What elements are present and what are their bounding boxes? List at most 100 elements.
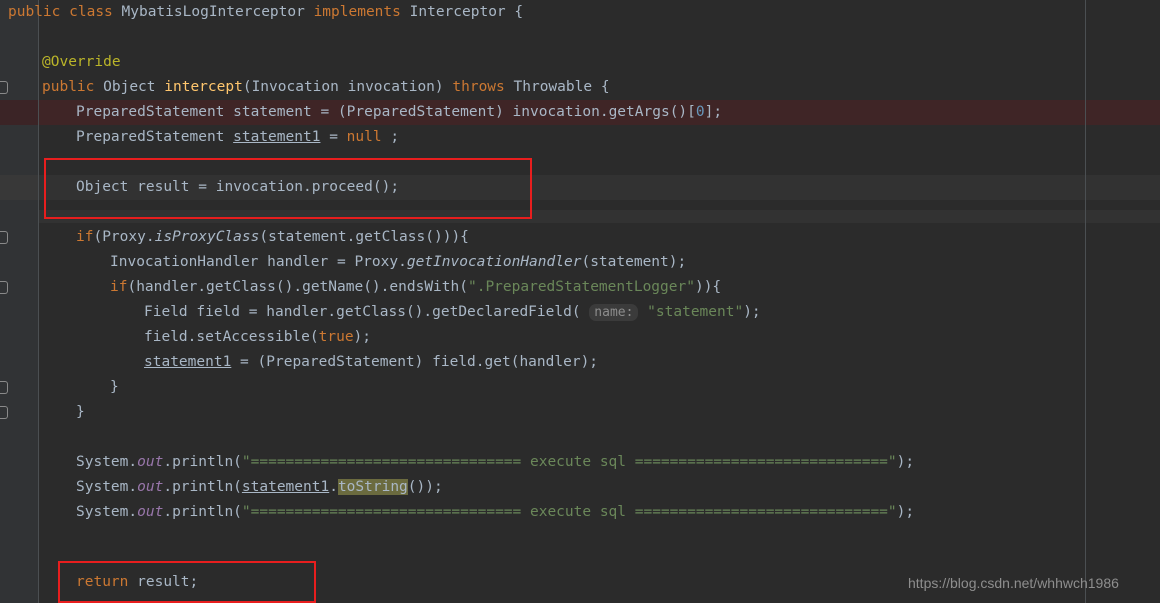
keyword-true: true [318,329,354,345]
code-line-return-result: return result; [76,570,198,595]
dot-7: (). [275,279,303,295]
code-line-close-brace-outer: } [76,400,85,425]
ref-field-1: field [144,329,188,345]
method-get-declared-field: getDeclaredField [432,304,572,320]
method-get-class-1: getClass [355,229,426,245]
dot-2: . [303,179,312,195]
brace-open-class: { [514,4,524,20]
type-invocation: Invocation [251,79,339,95]
code-line-if-proxy: if(Proxy.isProxyClass(statement.getClass… [76,225,469,250]
method-println-3: println [172,504,234,520]
code-line-statement1-null: PreparedStatement statement1 = null ; [76,125,399,150]
semicolon-11: ; [189,574,199,590]
semicolon-7: ); [580,354,599,370]
keyword-return: return [76,574,129,590]
dot-8: (). [363,279,390,295]
field-out-3: out [137,504,164,520]
type-proxy-1: Proxy [102,229,146,245]
type-object-return: Object [103,79,156,95]
code-line-field-declared: Field field = handler.getClass().getDecl… [144,300,761,325]
brace-open-method: { [600,79,610,95]
dot-6: . [197,279,207,295]
dot-16: . [163,479,173,495]
semicolon-2: ; [390,129,400,145]
dot-5: . [398,254,407,270]
ref-result: result [137,574,190,590]
semicolon-6: ); [353,329,372,345]
paren-open-4: ( [581,254,591,270]
semicolon-3: (); [372,179,400,195]
code-line-intercept-signature: public Object intercept(Invocation invoc… [42,75,610,100]
field-out-2: out [137,479,164,495]
method-get-args: getArgs [608,104,670,120]
parens-getargs: ()[ [669,104,696,120]
string-statement-arg: "statement" [647,304,744,320]
code-line-println-divider-2: System.out.println("====================… [76,500,914,525]
semicolon-5: ); [743,304,761,320]
var-field-decl: field [196,304,241,320]
type-field: Field [144,304,188,320]
semicolon-4: ); [668,254,687,270]
method-proceed: proceed [311,179,373,195]
paren-open-1: ( [242,79,252,95]
code-line-println-divider-1: System.out.println("====================… [76,450,914,475]
parameter-hint-name: name: [589,304,639,321]
type-object-result: Object [76,179,129,195]
keyword-class: class [69,4,113,20]
brace-close-2: } [76,404,85,420]
keyword-public-2: public [42,79,95,95]
paren-open-10: ( [233,454,242,470]
ref-statement1: statement1 [241,479,330,495]
dot-1: . [599,104,609,120]
dot-14: . [163,454,173,470]
keyword-implements: implements [313,4,401,20]
ref-statement-2: statement [590,254,669,270]
paren-cast-open-1: ( [337,104,347,120]
equals-2: = [329,129,338,145]
code-line-set-accessible: field.setAccessible(true); [144,325,371,350]
paren-cast-close-2: ) [414,354,424,370]
var-statement1-decl: statement1 [233,129,321,145]
ref-handler-3: handler [519,354,581,370]
method-get-name: getName [302,279,364,295]
code-line-println-statement1: System.out.println(statement1.toString()… [76,475,443,500]
dot-9: . [327,304,337,320]
dot-15: . [128,479,138,495]
keyword-if-2: if [110,279,128,295]
paren-open-6: ( [459,279,468,295]
code-line-if-endswith: if(handler.getClass().getName().endsWith… [110,275,721,300]
paren-cast-close-1: ) [495,104,504,120]
semicolon-8: ); [896,454,915,470]
dot-10: (). [405,304,433,320]
var-statement: statement [233,104,312,120]
equals-4: = [336,254,346,270]
type-prepared-statement-2: PreparedStatement [76,129,225,145]
equals-1: = [320,104,330,120]
ref-statement-1: statement [268,229,347,245]
braces-if-2: )){ [694,279,722,295]
param-invocation: invocation [347,79,435,95]
method-println-2: println [172,479,234,495]
watermark-url: https://blog.csdn.net/whhwch1986 [908,575,1119,591]
field-out-1: out [137,454,164,470]
code-line-statement-assign: PreparedStatement statement = (PreparedS… [76,100,722,125]
semicolon-9: ()); [407,479,443,495]
method-intercept: intercept [164,79,243,95]
code-content[interactable]: public class MybatisLogInterceptor imple… [0,0,1160,603]
code-line-override-annotation: @Override [42,50,121,75]
equals-6: = [240,354,249,370]
string-logger-suffix: ".PreparedStatementLogger" [467,279,695,295]
annotation-override: @Override [42,54,121,70]
code-editor[interactable]: public class MybatisLogInterceptor imple… [0,0,1160,603]
type-invocation-handler: InvocationHandler [110,254,259,270]
code-line-class-declaration: public class MybatisLogInterceptor imple… [8,0,523,25]
dot-17: . [329,479,338,495]
code-line-statement1-assign: statement1 = (PreparedStatement) field.g… [144,350,598,375]
code-line-handler-assign: InvocationHandler handler = Proxy.getInv… [110,250,686,275]
type-prepared-statement-cast-2: PreparedStatement [266,354,415,370]
equals-3: = [198,179,207,195]
type-mybatis-log-interceptor: MybatisLogInterceptor [121,4,305,20]
type-interceptor: Interceptor [409,4,506,20]
dot-3: . [145,229,155,245]
paren-close-1: ) [434,79,444,95]
